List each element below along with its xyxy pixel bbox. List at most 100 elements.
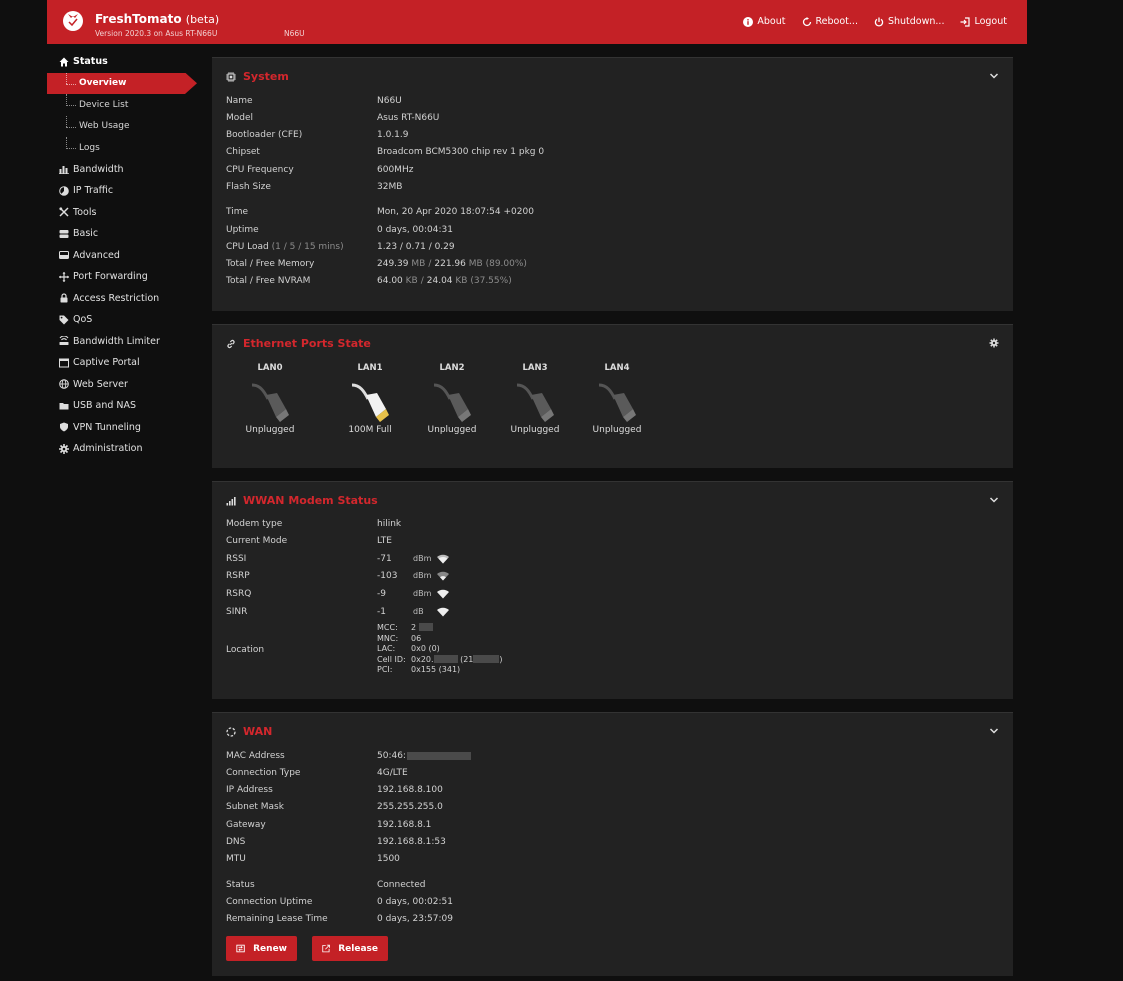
info-row: Uptime 0 days, 00:04:31 xyxy=(226,224,453,235)
top-nav: About Reboot... Shutdown... Logout xyxy=(743,16,1007,27)
location-row: Location xyxy=(226,644,265,655)
limiter-icon xyxy=(59,336,69,346)
sidebar-item-port-forwarding[interactable]: Port Forwarding xyxy=(47,266,199,288)
router-hostname: N66U xyxy=(284,29,305,38)
server-icon xyxy=(59,229,69,238)
sinr-row: SINR -1 dB xyxy=(226,603,996,620)
info-row: Bootloader (CFE) 1.0.1.9 xyxy=(226,129,409,140)
chevron-down-icon[interactable] xyxy=(989,495,999,505)
sidebar-item-bandwidth[interactable]: Bandwidth xyxy=(47,159,199,181)
ethernet-plug-icon xyxy=(598,383,636,422)
sidebar-item-advanced[interactable]: Advanced xyxy=(47,245,199,267)
wan-panel: WAN MAC Address 50:46: Connection Type 4G/… xyxy=(212,712,1013,976)
home-icon xyxy=(59,57,69,67)
info-row: Connection Uptime 0 days, 00:02:51 xyxy=(226,896,453,907)
system-panel: System Name N66U Model Asus RT-N66U Bootlo… xyxy=(212,57,1013,311)
ethernet-plug-active-icon xyxy=(351,383,389,422)
info-row: Connection Type 4G/LTE xyxy=(226,767,408,778)
info-row: Name N66U xyxy=(226,95,402,106)
port-lan4[interactable]: LAN4 Unplugged xyxy=(582,363,652,435)
folder-icon xyxy=(59,402,69,410)
rsrp-row: RSRP -103 dBm xyxy=(226,567,996,584)
info-row: Model Asus RT-N66U xyxy=(226,112,440,123)
port-lan3[interactable]: LAN3 Unplugged xyxy=(500,363,570,435)
link-icon xyxy=(227,339,235,348)
sidebar-item-web-usage[interactable]: Web Usage xyxy=(47,115,199,138)
info-row: Status Connected xyxy=(226,879,426,890)
ethernet-plug-icon xyxy=(433,383,471,422)
shutdown-link[interactable]: Shutdown... xyxy=(874,16,944,27)
info-row: Flash Size 32MB xyxy=(226,181,403,192)
logout-link[interactable]: Logout xyxy=(960,16,1007,27)
wifi-signal-icon xyxy=(437,571,449,580)
info-icon xyxy=(743,16,754,27)
info-row: DNS 192.168.8.1:53 xyxy=(226,836,446,847)
external-link-icon xyxy=(322,944,330,953)
sidebar-item-overview[interactable]: Overview xyxy=(47,72,197,94)
lock-icon xyxy=(60,293,68,303)
reboot-link[interactable]: Reboot... xyxy=(802,16,858,27)
rssi-row: RSSI -71 dBm xyxy=(226,550,996,567)
reboot-icon xyxy=(802,16,811,26)
gear-icon[interactable] xyxy=(989,338,999,348)
tools-icon xyxy=(59,207,69,217)
hdd-icon xyxy=(59,251,69,260)
sidebar-item-device-list[interactable]: Device List xyxy=(47,94,199,116)
sidebar-item-tools[interactable]: Tools xyxy=(47,202,199,224)
sidebar-item-logs[interactable]: Logs xyxy=(47,137,199,159)
about-link[interactable]: About xyxy=(743,16,786,27)
chevron-down-icon[interactable] xyxy=(989,71,999,81)
sidebar-item-vpn[interactable]: VPN Tunneling xyxy=(47,417,199,439)
memory-row: Total / Free Memory 249.39 MB/221.96 MB … xyxy=(226,258,527,269)
location-details: MCC: 2 MNC: 06 LAC: 0x0 (0) Cell ID: 0x20. (… xyxy=(377,623,503,674)
wifi-signal-icon xyxy=(437,554,449,563)
chevron-down-icon[interactable] xyxy=(989,726,999,736)
info-row: Current Mode LTE xyxy=(226,535,392,546)
bar-chart-icon xyxy=(59,166,69,175)
sidebar-item-usb-nas[interactable]: USB and NAS xyxy=(47,395,199,417)
sidebar-item-access-restriction[interactable]: Access Restriction xyxy=(47,288,199,310)
wifi-signal-icon xyxy=(437,589,449,598)
sidebar: Status Overview Device List Web Usage Lo… xyxy=(47,51,199,460)
info-row: Gateway 192.168.8.1 xyxy=(226,819,432,830)
rsrq-row: RSRQ -9 dBm xyxy=(226,585,996,602)
release-button[interactable]: Release xyxy=(312,936,388,961)
sidebar-item-captive-portal[interactable]: Captive Portal xyxy=(47,352,199,374)
port-lan1[interactable]: LAN1 100M Full xyxy=(335,363,405,435)
shield-icon xyxy=(60,422,68,432)
wwan-title: WWAN Modem Status xyxy=(226,494,378,507)
info-row: Subnet Mask 255.255.255.0 xyxy=(226,801,443,812)
sidebar-item-administration[interactable]: Administration xyxy=(47,438,199,460)
ethernet-panel: Ethernet Ports State LAN0 Unplugged LAN1… xyxy=(212,324,1013,468)
brand-title[interactable]: FreshTomato (beta) xyxy=(95,12,219,26)
signal-icon xyxy=(226,496,236,505)
info-row: MTU 1500 xyxy=(226,853,400,864)
sidebar-item-web-server[interactable]: Web Server xyxy=(47,374,199,396)
tag-icon xyxy=(59,315,69,325)
window-icon xyxy=(59,358,69,368)
renew-button[interactable]: Renew xyxy=(226,936,297,961)
info-row: IP Address 192.168.8.100 xyxy=(226,784,443,795)
sidebar-item-bandwidth-limiter[interactable]: Bandwidth Limiter xyxy=(47,331,199,353)
renew-icon xyxy=(236,944,245,953)
sidebar-item-basic[interactable]: Basic xyxy=(47,223,199,245)
sidebar-item-ip-traffic[interactable]: IP Traffic xyxy=(47,180,199,202)
ethernet-plug-icon xyxy=(251,383,289,422)
power-icon xyxy=(874,17,884,27)
port-lan0[interactable]: LAN0 Unplugged xyxy=(235,363,305,435)
sidebar-item-status[interactable]: Status xyxy=(47,51,199,73)
globe-icon xyxy=(59,379,69,390)
port-lan2[interactable]: LAN2 Unplugged xyxy=(417,363,487,435)
info-row: CPU Frequency 600MHz xyxy=(226,164,414,175)
tomato-logo-icon xyxy=(63,11,83,31)
pie-chart-icon xyxy=(59,185,69,196)
nvram-row: Total / Free NVRAM 64.00 KB/24.04 KB (37… xyxy=(226,275,512,286)
spinner-icon xyxy=(226,726,236,737)
chip-icon xyxy=(226,71,236,82)
info-row: Time Mon, 20 Apr 2020 18:07:54 +0200 xyxy=(226,206,534,217)
sidebar-item-qos[interactable]: QoS xyxy=(47,309,199,331)
gear-icon xyxy=(59,443,69,454)
logout-icon xyxy=(960,16,971,27)
wifi-signal-icon xyxy=(437,607,449,616)
cpu-load-row: CPU Load (1 / 5 / 15 mins) 1.23 / 0.71 /… xyxy=(226,241,455,252)
